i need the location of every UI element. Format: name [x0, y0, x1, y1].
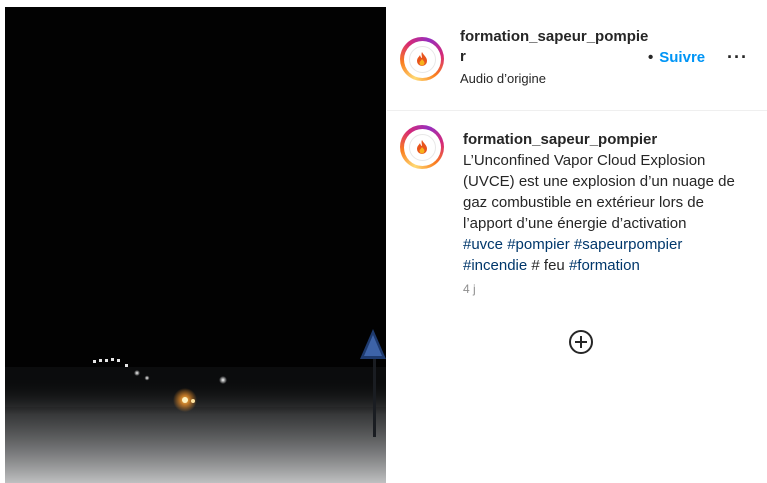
follow-label: Suivre — [659, 49, 706, 66]
add-circle-icon[interactable] — [568, 329, 594, 355]
caption-plain-text: # feu — [531, 257, 565, 274]
post-caption: formation_sapeur_pompier L’Unconfined Va… — [463, 129, 753, 276]
hashtag-link[interactable]: #formation — [569, 257, 640, 274]
caption-text: L’Unconfined Vapor Cloud Explosion (UVCE… — [463, 152, 735, 232]
video-frame — [5, 7, 386, 483]
hashtag-link[interactable]: #incendie — [463, 257, 527, 274]
separator-dot: • — [648, 49, 654, 66]
hashtag-link[interactable]: #sapeurpompier — [574, 236, 682, 253]
hashtag-link[interactable]: #pompier — [507, 236, 570, 253]
hashtag-link[interactable]: #uvce — [463, 236, 503, 253]
post-timestamp[interactable]: 4 j — [463, 282, 476, 296]
avatar[interactable] — [400, 37, 444, 81]
post-panel: formation_sapeur_pompier Audio d’origine… — [387, 7, 767, 483]
post-header: formation_sapeur_pompier Audio d’origine… — [387, 7, 767, 111]
fire-logo-icon — [408, 45, 436, 73]
post-author-username[interactable]: formation_sapeur_pompier — [460, 27, 650, 67]
audio-label[interactable]: Audio d’origine — [460, 71, 546, 86]
more-options-icon[interactable]: ··· — [727, 47, 748, 68]
caption-avatar[interactable] — [400, 125, 444, 169]
video-player[interactable] — [5, 7, 386, 483]
follow-button[interactable]: • Suivre — [648, 49, 705, 66]
avatar-ring — [403, 128, 441, 166]
fire-logo-icon — [408, 133, 436, 161]
caption-username[interactable]: formation_sapeur_pompier — [463, 129, 753, 150]
avatar-ring — [403, 40, 441, 78]
top-border — [0, 0, 767, 6]
